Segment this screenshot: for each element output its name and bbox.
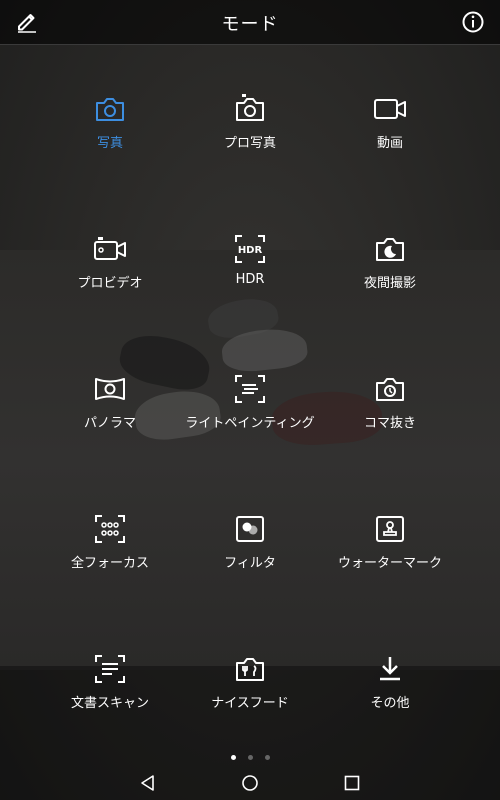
video-icon <box>374 99 406 119</box>
top-bar: モード <box>0 0 500 45</box>
svg-text:HDR: HDR <box>238 245 263 256</box>
night-icon <box>376 238 404 261</box>
time-lapse-icon <box>376 378 404 401</box>
light-painting-icon <box>235 375 265 403</box>
pro-video-icon <box>94 237 126 260</box>
page-dot <box>264 755 270 760</box>
panorama-icon <box>95 378 125 400</box>
page-indicator <box>0 745 500 764</box>
page-title: モード <box>221 14 279 35</box>
mode-label: ウォーターマーク <box>337 556 442 571</box>
mode-video[interactable]: 動画 <box>307 75 473 185</box>
mode-label: コマ抜き <box>363 416 416 431</box>
hdr-icon: HDR <box>235 235 265 263</box>
mode-time-lapse[interactable]: コマ抜き <box>307 355 473 465</box>
mode-label: その他 <box>370 696 410 711</box>
mode-label: 夜間撮影 <box>363 276 416 291</box>
filter-icon <box>236 516 264 542</box>
camera-icon <box>96 98 124 121</box>
mode-night[interactable]: 夜間撮影 <box>307 215 473 325</box>
all-focus-icon <box>95 515 125 543</box>
page-dot <box>247 755 253 760</box>
system-nav-bar <box>0 764 500 800</box>
mode-more[interactable]: その他 <box>307 635 473 745</box>
pro-camera-icon <box>236 94 264 121</box>
watermark-icon <box>376 516 404 542</box>
mode-label: 動画 <box>376 136 403 151</box>
download-icon <box>380 657 400 681</box>
home-icon[interactable] <box>240 773 260 793</box>
page-dot-active <box>230 755 236 760</box>
info-icon[interactable] <box>460 9 486 35</box>
document-scan-icon <box>95 655 125 683</box>
good-food-icon <box>236 658 264 681</box>
recents-icon[interactable] <box>342 773 362 793</box>
back-icon[interactable] <box>138 773 158 793</box>
mode-watermark[interactable]: ウォーターマーク <box>307 495 473 605</box>
